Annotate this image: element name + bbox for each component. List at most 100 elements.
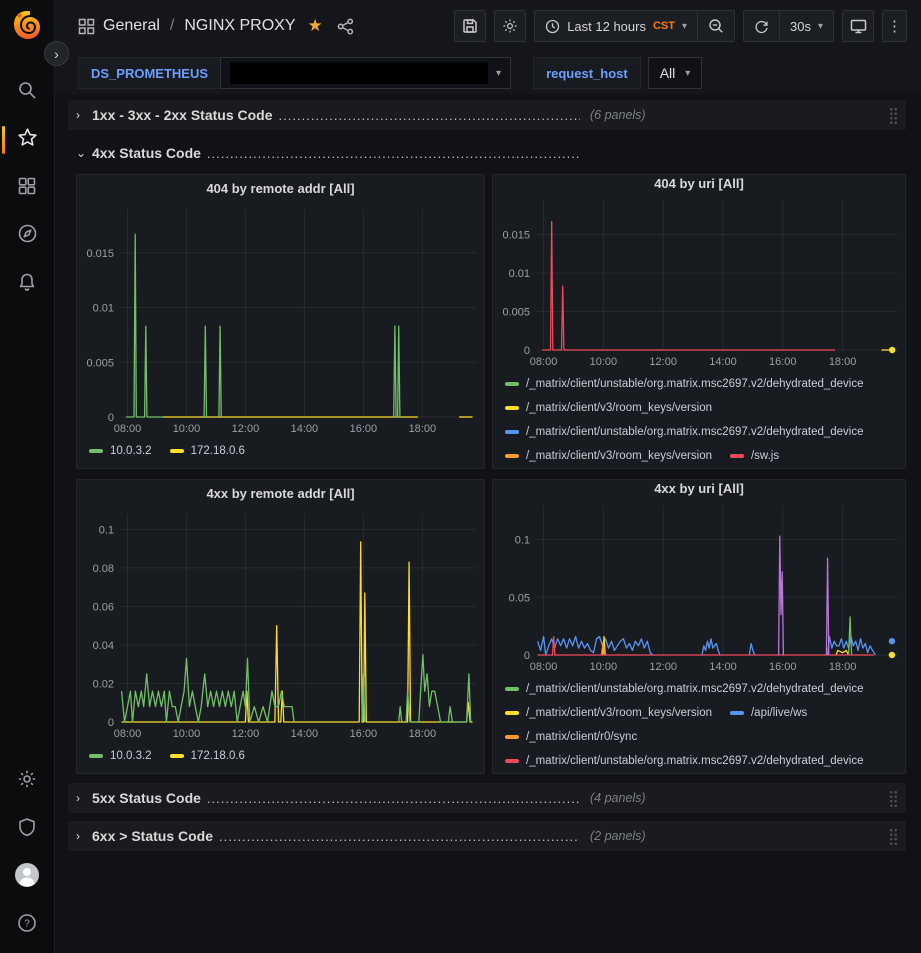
legend-label: 172.18.0.6 — [191, 744, 245, 768]
legend-item[interactable]: /_matrix/client/unstable/org.matrix.msc2… — [505, 420, 864, 444]
variable-value-ds-prometheus[interactable]: ▾ — [220, 57, 511, 89]
refresh-button[interactable] — [744, 11, 779, 41]
monitor-icon — [850, 18, 867, 35]
legend-swatch — [505, 759, 519, 763]
legend-item[interactable]: /api/live/ws — [730, 701, 807, 725]
topbar-actions: Last 12 hours CST ▾ 30s — [454, 10, 907, 42]
sidebar: › — [0, 0, 55, 953]
sidebar-item-starred[interactable] — [0, 116, 55, 164]
sidebar-item-dashboards[interactable] — [0, 164, 55, 212]
x-axis-tick-label: 16:00 — [769, 661, 797, 673]
legend-item[interactable]: /_matrix/client/v3/room_keys/version — [505, 444, 712, 468]
legend-item[interactable]: /_matrix/client/unstable/org.matrix.msc2… — [505, 749, 864, 773]
legend-label: /_matrix/client/v3/room_keys/version — [526, 701, 712, 725]
legend-item[interactable]: /_matrix/client/unstable/org.matrix.msc2… — [505, 677, 864, 701]
breadcrumb-folder[interactable]: General — [103, 17, 160, 35]
series-line — [219, 326, 221, 417]
chart-4xx-by-remote-addr[interactable]: 08:0010:0012:0014:0016:0018:0000.020.040… — [77, 506, 484, 742]
sidebar-expand-button[interactable]: › — [44, 41, 69, 66]
series-end-dot — [889, 652, 895, 658]
chart-404-by-uri[interactable]: 08:0010:0012:0014:0016:0018:0000.0050.01… — [493, 192, 905, 370]
sidebar-item-server-admin[interactable] — [0, 805, 55, 853]
panel-header[interactable]: 404 by remote addr [All] — [77, 175, 484, 201]
legend-item[interactable]: 10.0.3.2 — [89, 439, 152, 463]
x-axis-tick-label: 18:00 — [829, 356, 857, 368]
sidebar-item-help[interactable]: ? — [0, 901, 55, 949]
legend-swatch — [505, 687, 519, 691]
legend-label: /_matrix/client/v3/room_keys/version — [526, 396, 712, 420]
x-axis-tick-label: 14:00 — [709, 661, 737, 673]
favorite-star-icon[interactable]: ★ — [308, 16, 323, 36]
row-1xx-3xx-2xx-status-code[interactable]: › 1xx - 3xx - 2xx Status Code ..........… — [68, 100, 906, 130]
legend-item[interactable]: 172.18.0.6 — [170, 744, 245, 768]
legend-swatch — [730, 454, 744, 458]
sidebar-item-configuration[interactable] — [0, 757, 55, 805]
x-axis-tick-label: 12:00 — [649, 356, 677, 368]
panel-header[interactable]: 4xx by remote addr [All] — [77, 480, 484, 506]
chevron-right-icon: › — [76, 108, 92, 122]
panel-404-by-uri: 404 by uri [All] 08:0010:0012:0014:0016:… — [492, 174, 906, 469]
x-axis-tick-label: 08:00 — [114, 423, 142, 435]
refresh-group: 30s ▾ — [743, 10, 834, 42]
dashboard-settings-button[interactable] — [494, 10, 526, 42]
legend-item[interactable]: 10.0.3.2 — [89, 744, 152, 768]
refresh-icon — [754, 19, 769, 34]
row-5xx-status-code[interactable]: › 5xx Status Code ......................… — [68, 783, 906, 813]
series-line — [406, 655, 471, 722]
sidebar-item-profile[interactable] — [0, 853, 55, 901]
time-picker-group: Last 12 hours CST ▾ — [534, 10, 735, 42]
legend-item[interactable]: /_matrix/client/v3/room_keys/version — [505, 701, 712, 725]
y-axis-tick-label: 0.01 — [509, 268, 530, 280]
cycle-view-mode-button[interactable] — [842, 10, 874, 42]
dashboard-content: › 1xx - 3xx - 2xx Status Code ..........… — [55, 94, 921, 953]
sidebar-item-alerting[interactable] — [0, 260, 55, 308]
x-axis-tick-label: 12:00 — [232, 423, 260, 435]
panel-grid: 404 by remote addr [All] 08:0010:0012:00… — [76, 174, 906, 774]
chart-404-by-remote-addr[interactable]: 08:0010:0012:0014:0016:0018:0000.0050.01… — [77, 201, 484, 437]
row-drag-handle[interactable] — [889, 107, 898, 124]
share-icon[interactable] — [337, 18, 354, 35]
variable-value-request-host[interactable]: All ▾ — [648, 57, 703, 89]
legend-item[interactable]: /sw.js — [730, 444, 779, 468]
chevron-right-icon: › — [76, 791, 92, 805]
y-axis-tick-label: 0.015 — [86, 248, 114, 260]
panel-title: 404 by remote addr [All] — [206, 181, 354, 196]
refresh-interval-picker[interactable]: 30s ▾ — [779, 11, 833, 41]
series-line — [122, 658, 295, 722]
x-axis-tick-label: 16:00 — [350, 728, 378, 740]
panel-header[interactable]: 404 by uri [All] — [493, 175, 905, 192]
x-axis-tick-label: 14:00 — [291, 728, 319, 740]
legend-item[interactable]: /_matrix/client/unstable/org.matrix.msc2… — [505, 372, 864, 396]
x-axis-tick-label: 18:00 — [409, 423, 437, 435]
time-zone-label: CST — [653, 20, 675, 32]
sidebar-item-explore[interactable] — [0, 212, 55, 260]
chart-canvas: 08:0010:0012:0014:0016:0018:0000.0050.01… — [493, 192, 905, 370]
zoom-out-time-button[interactable] — [697, 11, 734, 41]
time-range-label: Last 12 hours — [567, 19, 646, 34]
time-range-picker[interactable]: Last 12 hours CST ▾ — [535, 11, 697, 41]
chart-4xx-by-uri[interactable]: 08:0010:0012:0014:0016:0018:0000.050.1 — [493, 497, 905, 675]
x-axis-tick-label: 08:00 — [530, 661, 558, 673]
chart-canvas: 08:0010:0012:0014:0016:0018:0000.0050.01… — [77, 201, 484, 437]
legend-item[interactable]: /_matrix/client/v3/room_keys/version — [505, 396, 712, 420]
legend-label: 10.0.3.2 — [110, 744, 152, 768]
row-4xx-status-code[interactable]: ⌄ 4xx Status Code ......................… — [68, 138, 906, 168]
save-dashboard-button[interactable] — [454, 10, 486, 42]
row-leader-dots: ........................................… — [279, 108, 580, 123]
panel-header[interactable]: 4xx by uri [All] — [493, 480, 905, 497]
chart-legend: /_matrix/client/unstable/org.matrix.msc2… — [493, 675, 905, 773]
row-drag-handle[interactable] — [889, 828, 898, 845]
grafana-logo[interactable] — [10, 8, 44, 42]
row-drag-handle[interactable] — [889, 790, 898, 807]
legend-item[interactable]: /_matrix/client/r0/sync — [505, 725, 637, 749]
variable-selected-value: All — [660, 65, 676, 81]
y-axis-tick-label: 0.06 — [93, 601, 114, 613]
sidebar-item-search[interactable] — [0, 68, 55, 116]
kebab-menu-button[interactable]: ⋮ — [882, 10, 907, 42]
row-6xx-status-code[interactable]: › 6xx > Status Code ....................… — [68, 821, 906, 851]
legend-item[interactable]: 172.18.0.6 — [170, 439, 245, 463]
refresh-interval-label: 30s — [790, 19, 811, 34]
series-line — [126, 234, 163, 417]
help-icon: ? — [17, 913, 37, 938]
series-line — [204, 326, 206, 417]
